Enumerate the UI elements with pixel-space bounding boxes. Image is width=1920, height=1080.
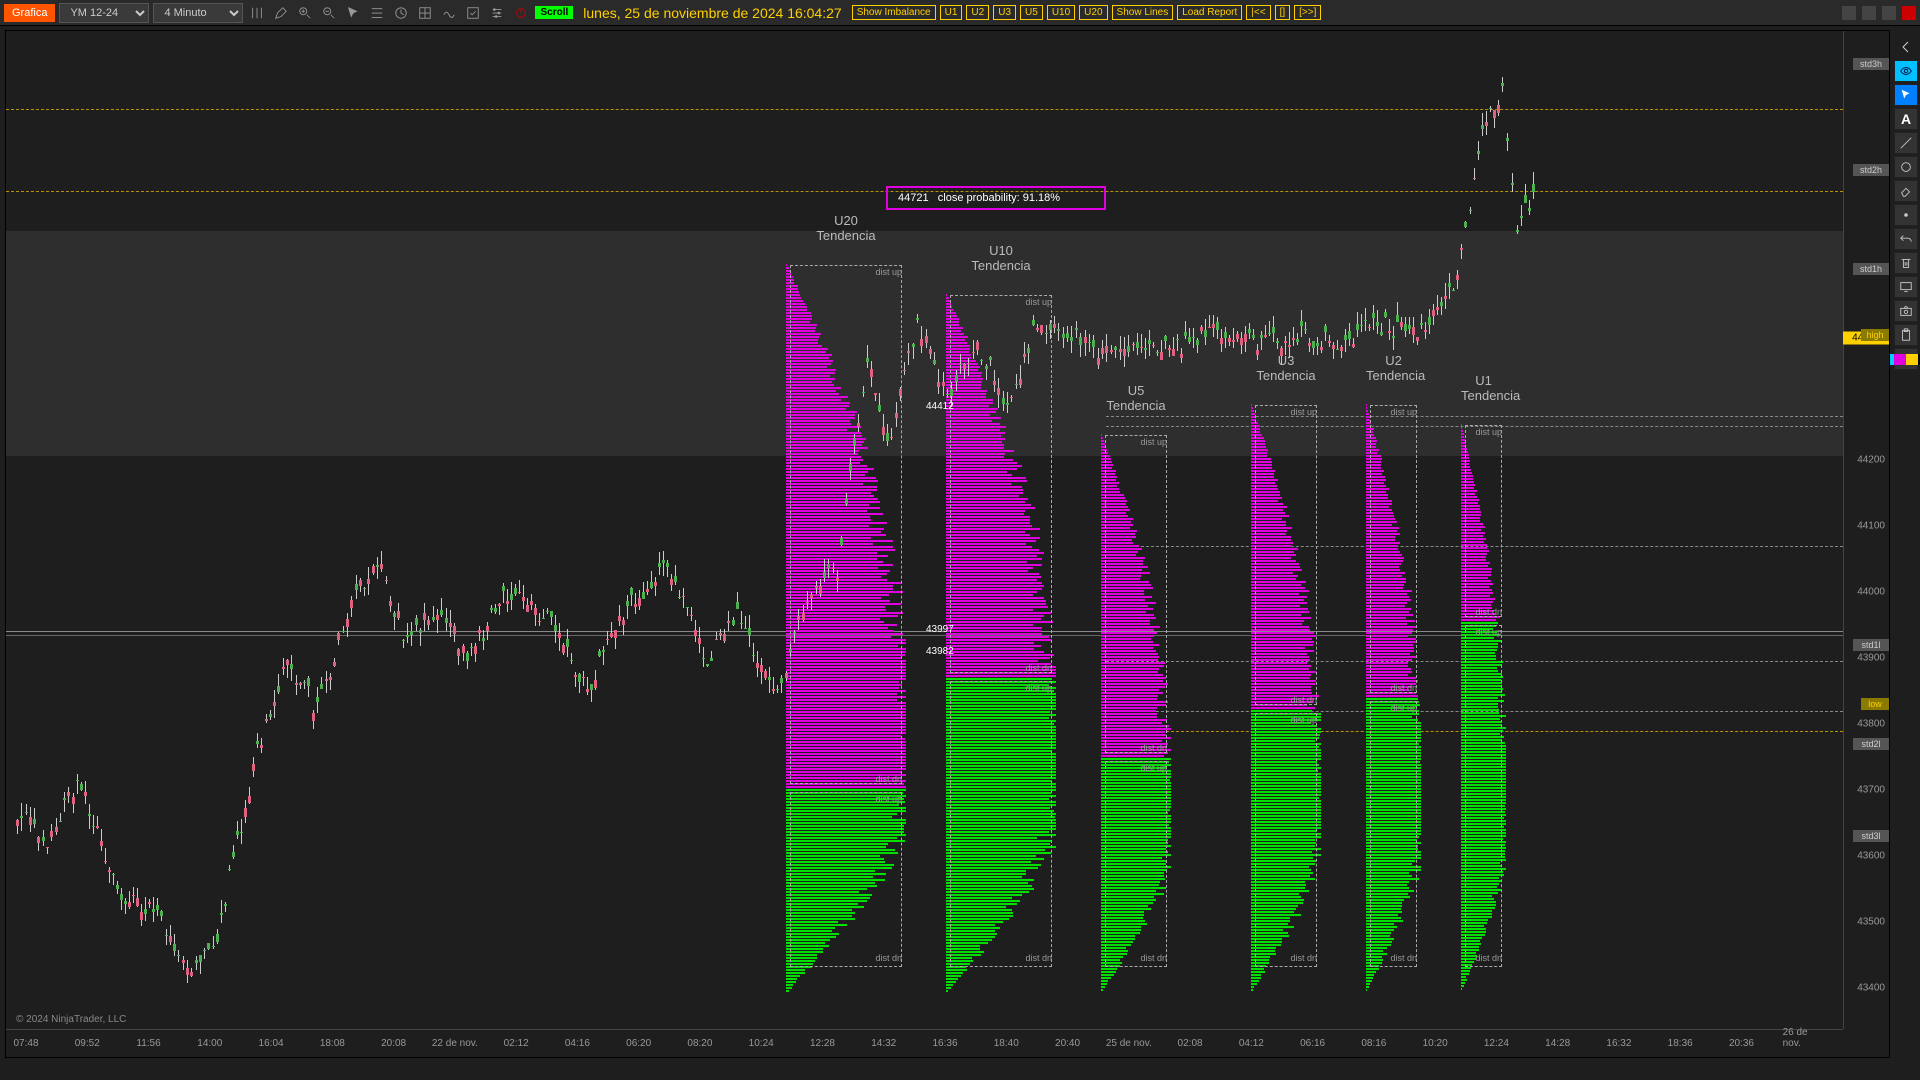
check-icon[interactable] [463, 3, 483, 23]
cursor-icon[interactable] [343, 3, 363, 23]
price-axis[interactable]: 4340043500436004370043800439004400044100… [1843, 31, 1889, 1029]
u10-button[interactable]: U10 [1047, 5, 1075, 20]
eye-tool-icon[interactable] [1894, 60, 1918, 82]
pointer-tool-icon[interactable] [1894, 84, 1918, 106]
window-max-button[interactable] [1862, 6, 1876, 20]
load-report-button[interactable]: Load Report [1177, 5, 1242, 20]
clock-icon[interactable] [391, 3, 411, 23]
screen-icon[interactable] [1894, 276, 1918, 298]
arrow-left-icon[interactable] [1894, 36, 1918, 58]
color-pair-1[interactable] [1894, 348, 1918, 370]
grafica-button[interactable]: Grafica [4, 4, 55, 22]
camera-icon[interactable] [1894, 300, 1918, 322]
list-icon[interactable] [367, 3, 387, 23]
text-tool-icon[interactable]: A [1894, 108, 1918, 130]
symbol-select[interactable]: YM 12-24 [59, 3, 149, 23]
show-lines-button[interactable]: Show Lines [1112, 5, 1174, 20]
window-restore-button[interactable] [1882, 6, 1896, 20]
next-button[interactable]: [>>] [1294, 5, 1321, 20]
pencil-icon[interactable] [271, 3, 291, 23]
candlestick-series [6, 31, 1843, 1029]
power-icon[interactable] [511, 3, 531, 23]
show-imbalance-button[interactable]: Show Imbalance [852, 5, 936, 20]
dot-tool-icon[interactable] [1894, 204, 1918, 226]
price-annot-3: 43982 [926, 646, 954, 657]
settings-icon[interactable] [487, 3, 507, 23]
trash-icon[interactable] [1894, 252, 1918, 274]
copyright-label: © 2024 NinjaTrader, LLC [16, 1014, 126, 1025]
u1-button[interactable]: U1 [940, 5, 963, 20]
prev-button[interactable]: |<< [1246, 5, 1270, 20]
undo-icon[interactable] [1894, 228, 1918, 250]
u5-button[interactable]: U5 [1020, 5, 1043, 20]
window-close-button[interactable] [1902, 6, 1916, 20]
datetime-label: lunes, 25 de noviembre de 2024 16:04:27 [583, 5, 841, 21]
scroll-badge[interactable]: Scroll [535, 6, 573, 19]
right-toolbar: A [1894, 36, 1918, 370]
center-button[interactable]: [] [1275, 5, 1291, 20]
u3-button[interactable]: U3 [993, 5, 1016, 20]
grid-icon[interactable] [415, 3, 435, 23]
u20-button[interactable]: U20 [1079, 5, 1107, 20]
price-annot-1: 44412 [926, 401, 954, 412]
u2-button[interactable]: U2 [966, 5, 989, 20]
line-tool2-icon[interactable] [1894, 132, 1918, 154]
window-min-button[interactable] [1842, 6, 1856, 20]
time-axis[interactable]: 07:4809:5211:5614:0016:0418:0820:0822 de… [6, 1029, 1843, 1057]
bars-icon[interactable] [247, 3, 267, 23]
zoom-out-icon[interactable] [319, 3, 339, 23]
zoom-in-icon[interactable] [295, 3, 315, 23]
timeframe-select[interactable]: 4 Minuto [153, 3, 243, 23]
clipboard-icon[interactable] [1894, 324, 1918, 346]
chart-area[interactable]: 44721 close probability: 91.18% U20Tende… [5, 30, 1890, 1058]
wave-icon[interactable] [439, 3, 459, 23]
top-toolbar: Grafica YM 12-24 4 Minuto Scroll lunes, … [0, 0, 1920, 26]
price-annot-2: 43997 [926, 624, 954, 635]
shape-tool-icon[interactable] [1894, 156, 1918, 178]
eraser-tool-icon[interactable] [1894, 180, 1918, 202]
